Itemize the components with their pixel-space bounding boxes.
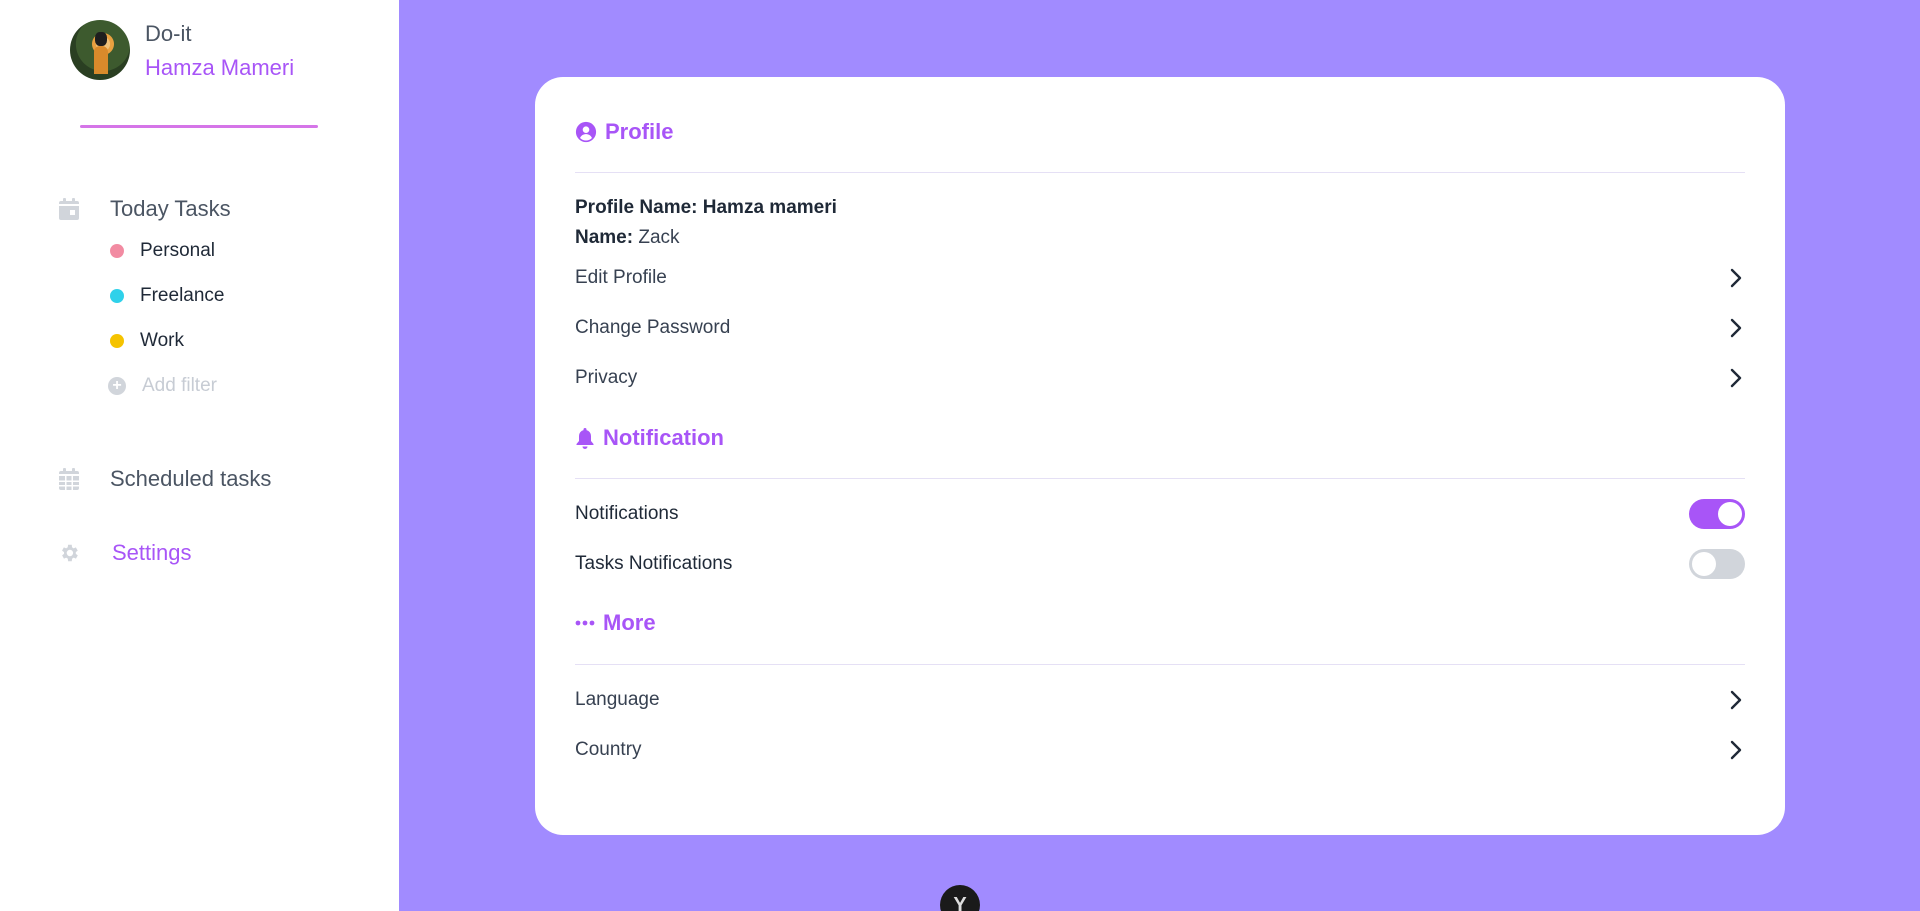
name-value: Zack [638, 227, 680, 248]
user-name[interactable]: Hamza Mameri [145, 53, 294, 83]
filter-personal-label: Personal [140, 240, 215, 261]
name-line: Name: Zack [575, 227, 680, 249]
chevron-right-icon [1727, 739, 1745, 761]
nav-item-today-tasks[interactable]: Today Tasks [58, 196, 231, 222]
tasks-notifications-label: Tasks Notifications [575, 553, 733, 574]
change-password-row[interactable]: Change Password [575, 313, 1745, 343]
ellipsis-icon [575, 620, 595, 626]
toggle-knob [1692, 552, 1716, 576]
personal-color-dot [110, 244, 124, 258]
profile-name-line: Profile Name: Hamza mameri [575, 197, 837, 219]
bell-icon [576, 428, 594, 449]
more-divider [575, 664, 1745, 665]
country-row[interactable]: Country [575, 735, 1745, 765]
chevron-right-icon [1727, 267, 1745, 289]
filter-work-label: Work [140, 330, 184, 351]
profile-divider [575, 172, 1745, 173]
avatar[interactable] [70, 20, 130, 80]
freelance-color-dot [110, 289, 124, 303]
profile-name-label: Profile Name: [575, 197, 698, 218]
filter-work[interactable]: Work [110, 330, 184, 352]
more-section-title: More [575, 610, 656, 636]
filter-freelance[interactable]: Freelance [110, 285, 225, 307]
profile-name-value: Hamza mameri [702, 197, 837, 218]
chevron-right-icon [1727, 367, 1745, 389]
name-label: Name: [575, 227, 634, 248]
notifications-toggle[interactable] [1689, 499, 1745, 529]
edit-profile-row[interactable]: Edit Profile [575, 263, 1745, 293]
change-password-label: Change Password [575, 317, 731, 338]
toggle-knob [1718, 502, 1742, 526]
chevron-right-icon [1727, 317, 1745, 339]
nav-item-today-tasks-label: Today Tasks [110, 196, 231, 221]
gear-icon [58, 542, 80, 564]
add-filter-label: Add filter [142, 375, 217, 396]
language-label: Language [575, 689, 660, 710]
filter-freelance-label: Freelance [140, 285, 225, 306]
floating-action-button[interactable]: Y [940, 885, 980, 911]
more-section-label: More [603, 610, 656, 635]
work-color-dot [110, 334, 124, 348]
sidebar: Do-it Hamza Mameri Today Tasks Personal … [0, 0, 399, 911]
country-label: Country [575, 739, 642, 760]
notification-section-label: Notification [603, 425, 724, 450]
chevron-right-icon [1727, 689, 1745, 711]
privacy-label: Privacy [575, 367, 638, 388]
plus-circle-icon: + [108, 377, 126, 395]
add-filter-button[interactable]: + Add filter [108, 375, 217, 397]
user-circle-icon [575, 121, 597, 143]
calendar-icon [58, 198, 80, 220]
calendar-grid-icon [58, 468, 80, 490]
language-row[interactable]: Language [575, 685, 1745, 715]
notifications-row: Notifications [575, 499, 1745, 529]
tasks-notifications-toggle[interactable] [1689, 549, 1745, 579]
profile-section-title: Profile [575, 119, 673, 145]
notification-section-title: Notification [575, 425, 724, 451]
nav-item-settings-label: Settings [112, 540, 192, 565]
nav-item-settings[interactable]: Settings [58, 540, 192, 566]
edit-profile-label: Edit Profile [575, 267, 667, 288]
notification-divider [575, 478, 1745, 479]
profile-section-label: Profile [605, 119, 674, 144]
header-divider [80, 125, 318, 128]
filter-personal[interactable]: Personal [110, 240, 215, 262]
nav-item-scheduled-tasks-label: Scheduled tasks [110, 466, 272, 491]
user-profile-header: Do-it Hamza Mameri [70, 20, 294, 83]
nav-item-scheduled-tasks[interactable]: Scheduled tasks [58, 466, 271, 492]
notifications-label: Notifications [575, 503, 679, 524]
tasks-notifications-row: Tasks Notifications [575, 549, 1745, 579]
app-title: Do-it [145, 21, 192, 46]
privacy-row[interactable]: Privacy [575, 363, 1745, 393]
settings-card: Profile Profile Name: Hamza mameri Name:… [535, 77, 1785, 835]
